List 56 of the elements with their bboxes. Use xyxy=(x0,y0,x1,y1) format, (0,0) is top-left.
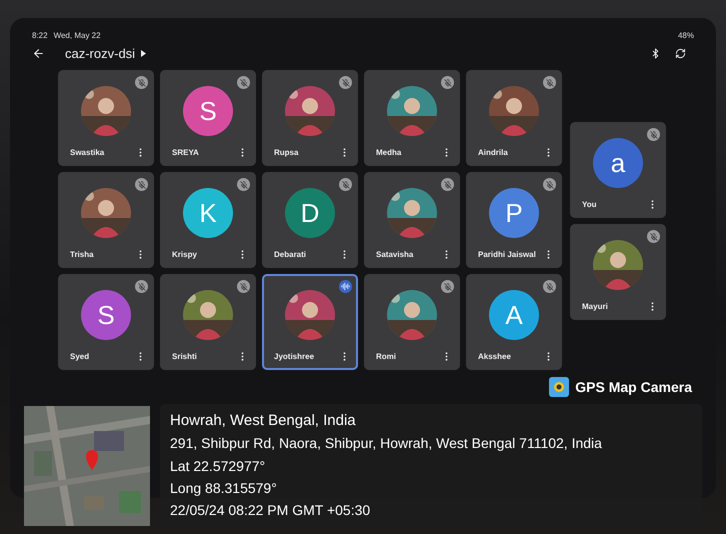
participant-tile[interactable]: S Syed xyxy=(58,274,154,370)
date-time: 22/05/24 08:22 PM GMT +05:30 xyxy=(170,502,372,518)
longitude: Long 88.315579° xyxy=(170,480,278,496)
participant-tile[interactable]: S SREYA xyxy=(160,70,256,166)
avatar: K xyxy=(183,188,233,238)
battery-level: 48% xyxy=(678,30,694,40)
participant-name: SREYA xyxy=(172,148,199,157)
switch-camera-icon[interactable] xyxy=(675,48,686,58)
participant-tile[interactable]: a You xyxy=(570,122,666,218)
participant-name: Medha xyxy=(376,148,402,157)
latitude: Lat 22.572977° xyxy=(170,458,266,474)
status-date: Wed, May 22 xyxy=(54,30,101,40)
participant-name: Mayuri xyxy=(582,302,608,311)
participant-tile[interactable]: Jyotishree xyxy=(262,274,358,370)
participant-tile[interactable]: Aindrila xyxy=(466,70,562,166)
participant-name: You xyxy=(582,200,597,209)
participant-name: Rupsa xyxy=(274,148,298,157)
avatar: S xyxy=(81,290,131,340)
participant-tile[interactable]: Mayuri xyxy=(570,224,666,320)
meeting-title[interactable]: caz-rozv-dsi xyxy=(65,46,136,60)
participant-tile[interactable]: Romi xyxy=(364,274,460,370)
avatar: a xyxy=(593,138,643,188)
app-name: GPS Map Camera xyxy=(575,379,692,395)
participant-name: Krispy xyxy=(172,250,197,259)
participant-name: Swastika xyxy=(70,148,104,157)
participant-name: Aksshee xyxy=(478,352,511,361)
participant-tile[interactable]: Swastika xyxy=(58,70,154,166)
participant-tile[interactable]: Trisha xyxy=(58,172,154,268)
participant-tile[interactable]: K Krispy xyxy=(160,172,256,268)
participant-name: Syed xyxy=(70,352,90,361)
location-address: 291, Shibpur Rd, Naora, Shibpur, Howrah, West Bengal 711102, India xyxy=(170,435,603,452)
participant-name: Aindrila xyxy=(478,148,508,157)
participant-name: Debarati xyxy=(274,250,306,259)
participant-name: Srishti xyxy=(172,352,197,361)
participant-name: Trisha xyxy=(70,250,94,259)
avatar: A xyxy=(489,290,539,340)
avatar: S xyxy=(183,86,233,136)
participant-name: Romi xyxy=(376,352,396,361)
caret-icon xyxy=(141,50,146,56)
participant-tile[interactable]: Medha xyxy=(364,70,460,166)
avatar: D xyxy=(285,188,335,238)
participant-tile[interactable]: P Paridhi Jaiswal xyxy=(466,172,562,268)
avatar: P xyxy=(489,188,539,238)
participant-name: Satavisha xyxy=(376,250,414,259)
participant-tile[interactable]: Srishti xyxy=(160,274,256,370)
status-time: 8:22 xyxy=(32,30,48,40)
camera-app-icon xyxy=(549,377,570,397)
participant-name: Jyotishree xyxy=(274,352,314,361)
bluetooth-icon[interactable] xyxy=(650,48,661,58)
location-place: Howrah, West Bengal, India xyxy=(170,412,357,429)
participant-tile[interactable]: Rupsa xyxy=(262,70,358,166)
participant-name: Paridhi Jaiswal xyxy=(478,250,536,259)
participant-tile[interactable]: Satavisha xyxy=(364,172,460,268)
participant-tile[interactable]: D Debarati xyxy=(262,172,358,268)
participant-tile[interactable]: A Aksshee xyxy=(466,274,562,370)
back-icon[interactable] xyxy=(32,46,45,60)
